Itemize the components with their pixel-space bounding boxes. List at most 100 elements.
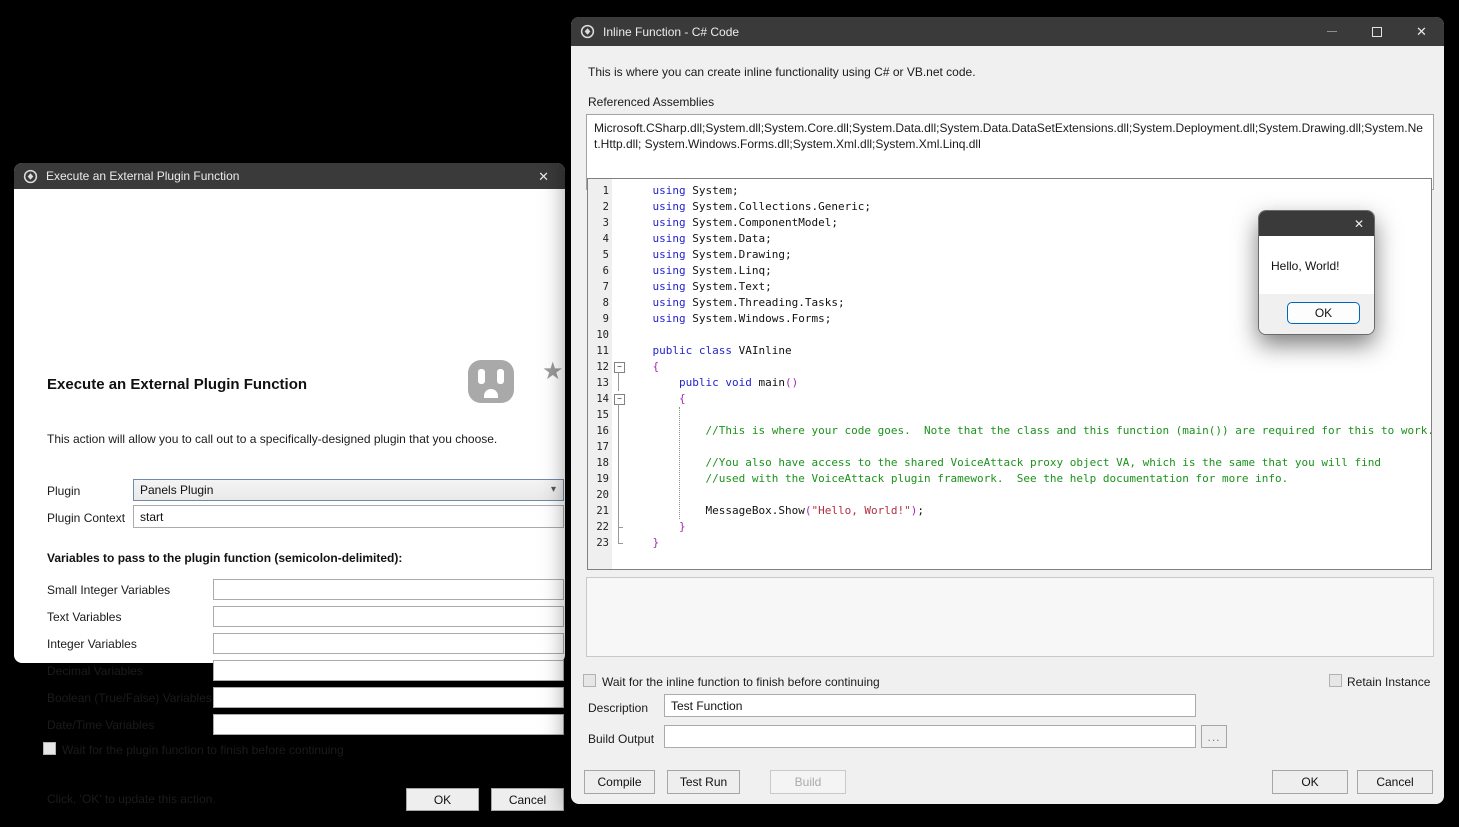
fold-collapse-icon[interactable] bbox=[613, 359, 624, 375]
fold-margin bbox=[613, 231, 624, 247]
fold-collapse-icon[interactable] bbox=[613, 391, 624, 407]
close-icon[interactable]: ✕ bbox=[1354, 217, 1364, 231]
code-text: //used with the VoiceAttack plugin frame… bbox=[626, 471, 1288, 487]
fold-margin bbox=[613, 215, 624, 231]
line-number: 4 bbox=[588, 231, 609, 247]
fold-margin bbox=[613, 199, 624, 215]
plugin-context-input[interactable] bbox=[133, 505, 564, 528]
fold-margin bbox=[613, 375, 624, 391]
ok-button[interactable]: OK bbox=[1272, 770, 1348, 794]
dialog-titlebar[interactable]: Execute an External Plugin Function ✕ bbox=[14, 163, 565, 189]
variables-heading: Variables to pass to the plugin function… bbox=[47, 551, 402, 565]
fold-margin bbox=[613, 279, 624, 295]
compiler-output-box[interactable] bbox=[586, 577, 1434, 657]
fold-margin bbox=[613, 295, 624, 311]
maximize-button[interactable] bbox=[1354, 17, 1399, 46]
dialog-title: Execute an External Plugin Function bbox=[46, 169, 239, 183]
build-output-label: Build Output bbox=[588, 732, 654, 746]
code-text: public class VAInline bbox=[626, 343, 792, 359]
line-number: 9 bbox=[588, 311, 609, 327]
window-titlebar[interactable]: Inline Function - C# Code ✕ bbox=[571, 17, 1444, 46]
code-line[interactable]: 1 using System; bbox=[588, 183, 1431, 199]
variable-row-input[interactable] bbox=[213, 687, 564, 708]
outlet-ground-hole bbox=[484, 389, 498, 398]
minimize-button[interactable] bbox=[1309, 17, 1354, 46]
cancel-button[interactable]: Cancel bbox=[491, 788, 564, 811]
page-title: Execute an External Plugin Function bbox=[47, 376, 307, 393]
code-line[interactable]: 19 //used with the VoiceAttack plugin fr… bbox=[588, 471, 1431, 487]
code-line[interactable]: 12 { bbox=[588, 359, 1431, 375]
line-number: 2 bbox=[588, 199, 609, 215]
messagebox-text: Hello, World! bbox=[1259, 236, 1374, 296]
variable-row-label: Boolean (True/False) Variables bbox=[47, 691, 212, 705]
wait-inline-checkbox[interactable] bbox=[583, 674, 596, 687]
footer-hint: Click, 'OK' to update this action. bbox=[47, 792, 216, 806]
line-number: 3 bbox=[588, 215, 609, 231]
outlet-slot-right bbox=[497, 369, 504, 384]
code-text: using System.Windows.Forms; bbox=[626, 311, 831, 327]
line-number: 1 bbox=[588, 183, 609, 199]
ok-button[interactable]: OK bbox=[406, 788, 479, 811]
description-input[interactable] bbox=[664, 694, 1196, 717]
variable-row-label: Decimal Variables bbox=[47, 664, 143, 678]
description-label: Description bbox=[588, 701, 648, 715]
code-line[interactable]: 21 MessageBox.Show("Hello, World!"); bbox=[588, 503, 1431, 519]
messagebox-titlebar[interactable]: ✕ bbox=[1259, 211, 1374, 236]
code-line[interactable]: 14 { bbox=[588, 391, 1431, 407]
plugin-label: Plugin bbox=[47, 484, 80, 498]
code-line[interactable]: 11 public class VAInline bbox=[588, 343, 1431, 359]
code-line[interactable]: 17 bbox=[588, 439, 1431, 455]
line-number: 21 bbox=[588, 503, 609, 519]
fold-margin bbox=[613, 439, 624, 455]
code-line[interactable]: 22 } bbox=[588, 519, 1431, 535]
maximize-icon bbox=[1372, 27, 1382, 37]
line-number: 23 bbox=[588, 535, 609, 551]
code-text: MessageBox.Show("Hello, World!"); bbox=[626, 503, 924, 519]
cancel-button[interactable]: Cancel bbox=[1357, 770, 1433, 794]
code-line[interactable]: 16 //This is where your code goes. Note … bbox=[588, 423, 1431, 439]
code-text: { bbox=[626, 391, 686, 407]
variable-row-input[interactable] bbox=[213, 606, 564, 627]
close-button[interactable]: ✕ bbox=[1399, 17, 1444, 46]
fold-margin bbox=[613, 247, 624, 263]
code-text: using System.Collections.Generic; bbox=[626, 199, 871, 215]
variable-row-input[interactable] bbox=[213, 714, 564, 735]
indent-guide bbox=[679, 407, 680, 519]
star-icon[interactable]: ★ bbox=[542, 357, 564, 386]
code-text: using System.Text; bbox=[626, 279, 772, 295]
variable-row-input[interactable] bbox=[213, 579, 564, 600]
code-line[interactable]: 18 //You also have access to the shared … bbox=[588, 455, 1431, 471]
fold-margin bbox=[613, 407, 624, 423]
build-button[interactable]: Build bbox=[770, 770, 846, 794]
line-number: 12 bbox=[588, 359, 609, 375]
code-line[interactable]: 15 bbox=[588, 407, 1431, 423]
code-text: public void main() bbox=[626, 375, 798, 391]
fold-margin bbox=[613, 327, 624, 343]
retain-instance-checkbox[interactable] bbox=[1329, 674, 1342, 687]
line-number: 11 bbox=[588, 343, 609, 359]
browse-button[interactable]: ... bbox=[1201, 725, 1227, 748]
outlet-slot-left bbox=[478, 369, 485, 384]
fold-margin bbox=[613, 535, 624, 551]
code-line[interactable]: 20 bbox=[588, 487, 1431, 503]
close-icon: ✕ bbox=[1416, 24, 1427, 40]
messagebox-ok-button[interactable]: OK bbox=[1287, 302, 1360, 324]
plugin-dropdown[interactable]: Panels Plugin ▾ bbox=[133, 479, 564, 501]
variable-row-input[interactable] bbox=[213, 633, 564, 654]
wait-plugin-checkbox[interactable] bbox=[43, 742, 56, 755]
close-icon[interactable]: ✕ bbox=[538, 170, 549, 183]
variable-row-label: Date/Time Variables bbox=[47, 718, 154, 732]
code-text: using System.Threading.Tasks; bbox=[626, 295, 845, 311]
line-number: 15 bbox=[588, 407, 609, 423]
code-text: using System.Linq; bbox=[626, 263, 772, 279]
compile-button[interactable]: Compile bbox=[584, 770, 655, 794]
code-line[interactable]: 13 public void main() bbox=[588, 375, 1431, 391]
chevron-down-icon: ▾ bbox=[551, 484, 556, 495]
fold-margin bbox=[613, 343, 624, 359]
build-output-input[interactable] bbox=[664, 725, 1196, 748]
minimize-icon bbox=[1327, 31, 1337, 32]
intro-text: This is where you can create inline func… bbox=[588, 65, 976, 79]
test-run-button[interactable]: Test Run bbox=[667, 770, 740, 794]
variable-row-input[interactable] bbox=[213, 660, 564, 681]
code-line[interactable]: 23 } bbox=[588, 535, 1431, 551]
